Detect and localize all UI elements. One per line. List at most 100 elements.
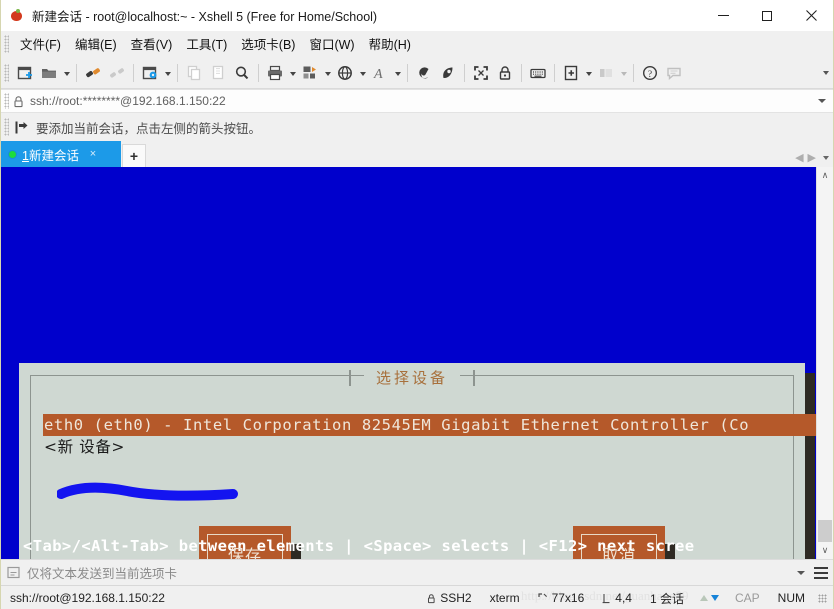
tab-new-session[interactable]: 1新建会话 × <box>1 141 121 167</box>
dialog-frame: 选择设备 eth0 (eth0) - Intel Corporation 825… <box>30 367 816 559</box>
minimize-button[interactable] <box>701 0 745 31</box>
open-session-button[interactable] <box>37 61 61 85</box>
print-button[interactable] <box>263 61 287 85</box>
minimize-icon <box>717 15 729 16</box>
font-button[interactable]: A <box>368 61 392 85</box>
lock-icon <box>499 65 511 80</box>
toolbar-separator <box>464 63 465 82</box>
scroll-down-arrow-icon[interactable]: ∨ <box>817 542 833 559</box>
resize-grip[interactable] <box>818 593 827 603</box>
print-dropdown[interactable] <box>287 61 298 85</box>
menu-tab[interactable]: 选项卡(B) <box>234 31 302 56</box>
font-dropdown[interactable] <box>392 61 403 85</box>
menu-view[interactable]: 查看(V) <box>124 31 180 56</box>
disconnect-button[interactable] <box>105 61 129 85</box>
send-menu-icon[interactable] <box>814 566 828 579</box>
address-bar: ssh://root:********@192.168.1.150:22 <box>1 89 833 113</box>
session-properties-icon <box>142 66 157 79</box>
new-file-button[interactable] <box>559 61 583 85</box>
toolbar-overflow-button[interactable] <box>823 71 829 75</box>
close-button[interactable] <box>789 0 833 31</box>
status-caps: CAP <box>734 591 760 605</box>
tab-scroll-right-icon[interactable]: ▶ <box>807 151 817 164</box>
new-session-button[interactable] <box>13 61 37 85</box>
session-properties-dropdown[interactable] <box>162 61 173 85</box>
fullscreen-icon <box>474 65 488 80</box>
add-session-icon <box>15 121 28 133</box>
status-sessions-label: 1 会话 <box>649 591 684 606</box>
address-dropdown-button[interactable] <box>818 99 826 103</box>
status-num: NUM <box>777 591 805 605</box>
svg-text:A: A <box>373 67 383 82</box>
address-grip-handle[interactable] <box>4 93 9 109</box>
copy-icon <box>187 65 201 80</box>
status-transfer <box>693 595 726 601</box>
status-size: 77x16 <box>529 591 594 605</box>
keyboard-icon <box>530 68 546 78</box>
send-target-dropdown-icon[interactable] <box>797 571 805 575</box>
encoding-dropdown[interactable] <box>357 61 368 85</box>
tab-close-icon[interactable]: × <box>87 148 99 160</box>
size-icon <box>537 593 548 603</box>
new-tab-button[interactable]: + <box>122 144 146 167</box>
notice-icon-wrap[interactable] <box>14 120 29 135</box>
toolbar-separator <box>521 63 522 82</box>
send-keys-icon <box>7 566 20 579</box>
app-logo-icon <box>9 8 25 24</box>
open-session-dropdown[interactable] <box>61 61 72 85</box>
menu-tools[interactable]: 工具(T) <box>179 31 234 56</box>
connect-icon <box>86 67 100 77</box>
find-button[interactable] <box>230 61 254 85</box>
scroll-up-arrow-icon[interactable]: ∧ <box>817 167 833 184</box>
ftp-button[interactable] <box>436 61 460 85</box>
status-terminal-type-label: xterm <box>489 591 520 605</box>
layout-button[interactable] <box>594 61 618 85</box>
xshell-window: 新建会话 - root@localhost:~ - Xshell 5 (Free… <box>0 0 834 609</box>
session-properties-button[interactable] <box>138 61 162 85</box>
scrollbar-track[interactable] <box>817 184 833 542</box>
notice-grip-handle[interactable] <box>4 118 9 136</box>
copy-button[interactable] <box>182 61 206 85</box>
tab-scroll-left-icon[interactable]: ◀ <box>794 151 804 164</box>
maximize-button[interactable] <box>745 0 789 31</box>
terminal-screen[interactable]: 选择设备 eth0 (eth0) - Intel Corporation 825… <box>1 167 816 559</box>
toolbar-separator <box>133 63 134 82</box>
scrollbar-thumb[interactable] <box>818 520 832 542</box>
encoding-button[interactable] <box>333 61 357 85</box>
tab-list-dropdown-icon[interactable] <box>823 155 829 160</box>
lock-screen-button[interactable] <box>493 61 517 85</box>
connect-button[interactable] <box>81 61 105 85</box>
menu-help[interactable]: 帮助(H) <box>362 31 418 56</box>
status-protocol: SSH2 <box>418 591 480 605</box>
notice-text: 要添加当前会话，点击左侧的箭头按钮。 <box>36 121 262 136</box>
layout-dropdown[interactable] <box>618 61 629 85</box>
status-protocol-label: SSH2 <box>440 591 472 605</box>
menu-window[interactable]: 窗口(W) <box>302 31 361 56</box>
new-file-dropdown[interactable] <box>583 61 594 85</box>
help-button[interactable]: ? <box>638 61 662 85</box>
fullscreen-button[interactable] <box>469 61 493 85</box>
toolbar-separator <box>633 63 634 82</box>
send-target-label[interactable]: 仅将文本发送到当前选项卡 <box>27 563 177 582</box>
paste-icon <box>212 65 224 79</box>
status-bar: ssh://root@192.168.1.150:22 http://blog.… <box>1 585 833 609</box>
comment-button[interactable] <box>662 61 686 85</box>
device-list-item-selected[interactable]: eth0 (eth0) - Intel Corporation 82545EM … <box>43 414 816 436</box>
toolbar-grip-handle[interactable] <box>4 63 9 82</box>
menu-file[interactable]: 文件(F) <box>13 31 68 56</box>
menu-grip-handle[interactable] <box>4 34 9 53</box>
device-list-item-new[interactable]: <新 设备> <box>43 436 781 458</box>
log-button[interactable] <box>298 61 322 85</box>
menu-edit[interactable]: 编辑(E) <box>68 31 124 56</box>
layout-icon <box>600 68 612 77</box>
keyboard-button[interactable] <box>526 61 550 85</box>
sftp-button[interactable] <box>412 61 436 85</box>
dialog-title: 选择设备 <box>363 367 460 388</box>
address-input[interactable]: ssh://root:********@192.168.1.150:22 <box>30 94 226 108</box>
new-file-icon <box>564 65 578 80</box>
terminal-scrollbar[interactable]: ∧ ∨ <box>816 167 833 559</box>
log-dropdown[interactable] <box>322 61 333 85</box>
paste-button[interactable] <box>206 61 230 85</box>
title-bar: 新建会话 - root@localhost:~ - Xshell 5 (Free… <box>1 0 833 31</box>
cursor-icon <box>602 593 611 604</box>
